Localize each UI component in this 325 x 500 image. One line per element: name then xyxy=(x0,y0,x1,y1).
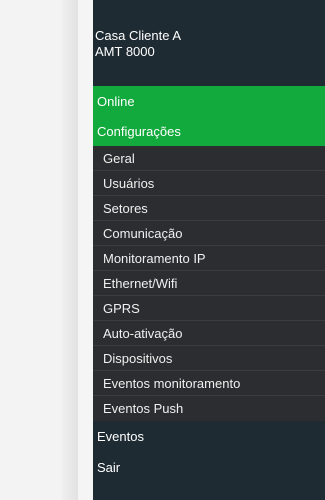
menu-item-online[interactable]: Online xyxy=(93,86,325,116)
menu-item-eventos[interactable]: Eventos xyxy=(93,421,325,452)
background-overlay[interactable] xyxy=(0,0,78,500)
menu-item-sair[interactable]: Sair xyxy=(93,452,325,483)
submenu-item-usuarios[interactable]: Usuários xyxy=(93,171,325,196)
submenu-item-auto-ativacao[interactable]: Auto-ativação xyxy=(93,321,325,346)
submenu-item-monitoramento-ip[interactable]: Monitoramento IP xyxy=(93,246,325,271)
site-name: Casa Cliente A xyxy=(95,28,181,43)
submenu-item-geral[interactable]: Geral xyxy=(93,146,325,171)
drawer-shadow xyxy=(62,0,78,500)
submenu-item-setores[interactable]: Setores xyxy=(93,196,325,221)
submenu-item-eventos-monitoramento[interactable]: Eventos monitoramento xyxy=(93,371,325,396)
submenu-item-dispositivos[interactable]: Dispositivos xyxy=(93,346,325,371)
configuracoes-submenu: Geral Usuários Setores Comunicação Monit… xyxy=(93,146,325,421)
submenu-item-gprs[interactable]: GPRS xyxy=(93,296,325,321)
navigation-drawer: Casa Cliente A AMT 8000 Online Configura… xyxy=(93,0,325,500)
submenu-item-comunicacao[interactable]: Comunicação xyxy=(93,221,325,246)
device-model: AMT 8000 xyxy=(95,44,155,59)
submenu-item-ethernet-wifi[interactable]: Ethernet/Wifi xyxy=(93,271,325,296)
menu-item-configuracoes[interactable]: Configurações xyxy=(93,116,325,146)
active-section: Online Configurações xyxy=(93,86,325,146)
drawer-header: Casa Cliente A AMT 8000 xyxy=(93,0,325,86)
submenu-item-eventos-push[interactable]: Eventos Push xyxy=(93,396,325,421)
